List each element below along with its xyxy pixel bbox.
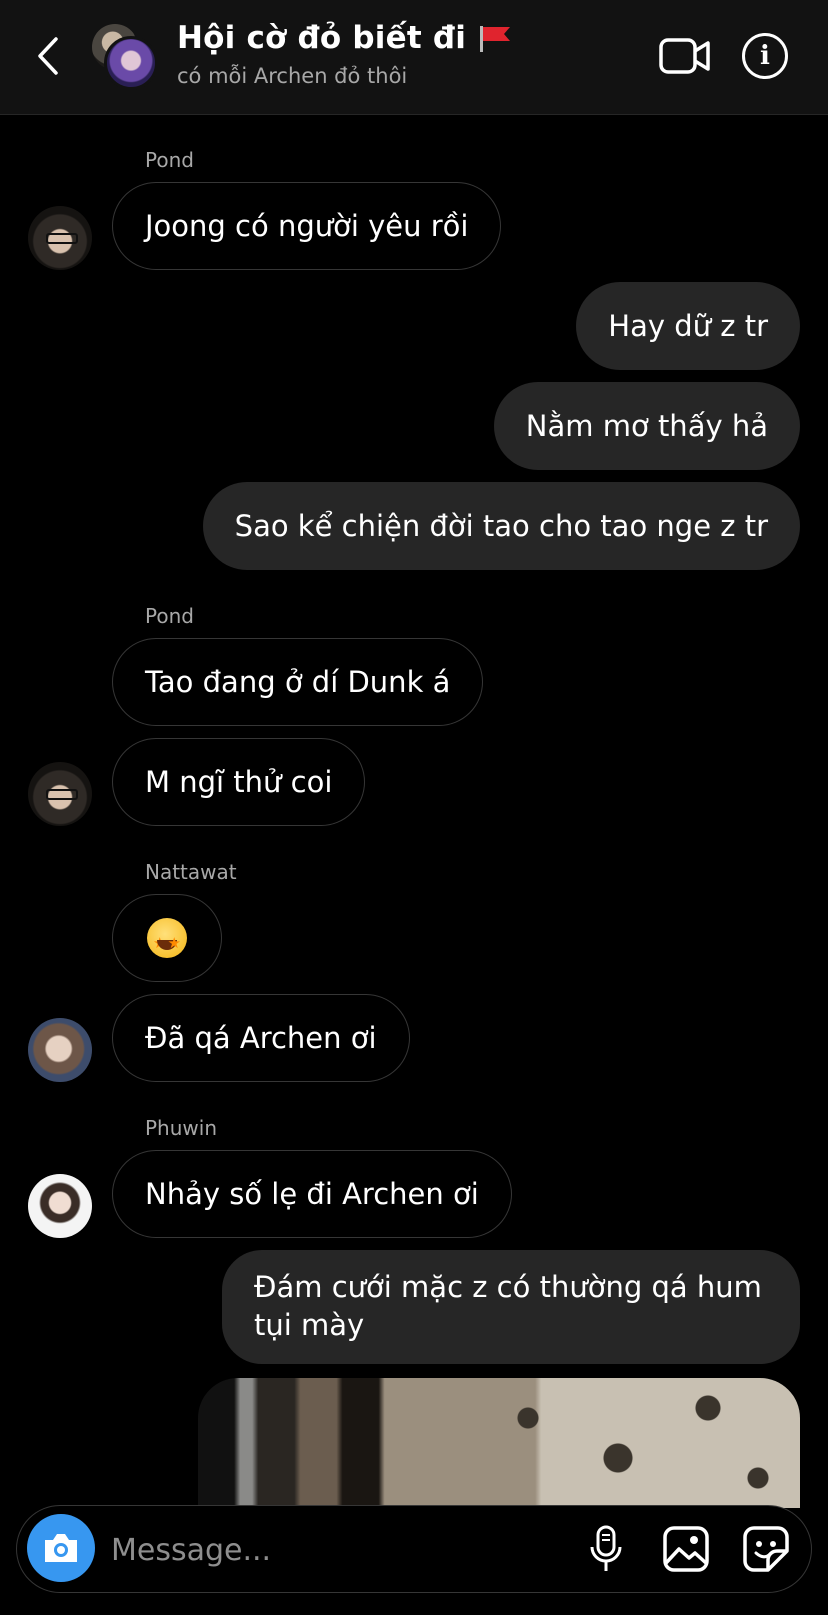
sticker-icon xyxy=(743,1526,789,1572)
outgoing-message[interactable]: Đám cưới mặc z có thường qá hum tụi mày xyxy=(222,1250,800,1364)
camera-icon xyxy=(45,1534,77,1562)
incoming-message[interactable]: Joong có người yêu rồi xyxy=(112,182,502,270)
sender-name: Pond xyxy=(145,148,194,172)
sender-name: Pond xyxy=(145,604,194,628)
message-composer xyxy=(16,1505,812,1593)
outgoing-message[interactable]: Nằm mơ thấy hả xyxy=(493,382,800,470)
sender-name: Nattawat xyxy=(145,860,237,884)
group-avatar[interactable] xyxy=(92,24,158,90)
microphone-icon xyxy=(590,1525,622,1571)
member-avatar xyxy=(104,36,158,90)
star-struck-emoji-icon xyxy=(147,918,187,962)
image-icon xyxy=(663,1526,709,1572)
avatar[interactable] xyxy=(28,762,92,826)
sticker-button[interactable] xyxy=(741,1524,791,1574)
chevron-left-icon xyxy=(38,37,58,75)
chat-subtitle: có mỗi Archen đỏ thôi xyxy=(177,64,408,88)
outgoing-message[interactable]: Hay dữ z tr xyxy=(576,282,800,370)
message-input[interactable] xyxy=(109,1524,533,1576)
avatar[interactable] xyxy=(28,206,92,270)
incoming-message[interactable]: M ngĩ thử coi xyxy=(112,738,366,826)
incoming-message[interactable]: Nhảy số lẹ đi Archen ơi xyxy=(112,1150,512,1238)
video-call-button[interactable] xyxy=(658,34,712,78)
back-button[interactable] xyxy=(28,34,68,78)
info-button[interactable]: i xyxy=(742,33,788,79)
sender-name: Phuwin xyxy=(145,1116,218,1140)
info-icon: i xyxy=(760,41,770,71)
avatar[interactable] xyxy=(28,1174,92,1238)
chat-title-text: Hội cờ đỏ biết đi xyxy=(177,20,467,56)
outgoing-photo[interactable] xyxy=(198,1378,800,1508)
gallery-button[interactable] xyxy=(661,1524,711,1574)
chat-header: Hội cờ đỏ biết đi có mỗi Archen đỏ thôi … xyxy=(0,0,828,115)
avatar[interactable] xyxy=(28,1018,92,1082)
incoming-message[interactable]: Tao đang ở dí Dunk á xyxy=(112,638,484,726)
incoming-emoji-message[interactable] xyxy=(112,894,222,982)
video-camera-icon xyxy=(659,38,710,74)
chat-title[interactable]: Hội cờ đỏ biết đi xyxy=(177,20,512,56)
microphone-button[interactable] xyxy=(581,1524,631,1574)
outgoing-message[interactable]: Sao kể chiện đời tao cho tao nge z tr xyxy=(202,482,800,570)
camera-button[interactable] xyxy=(27,1514,95,1582)
red-flag-icon xyxy=(480,26,511,52)
incoming-message[interactable]: Đã qá Archen ơi xyxy=(112,994,410,1082)
